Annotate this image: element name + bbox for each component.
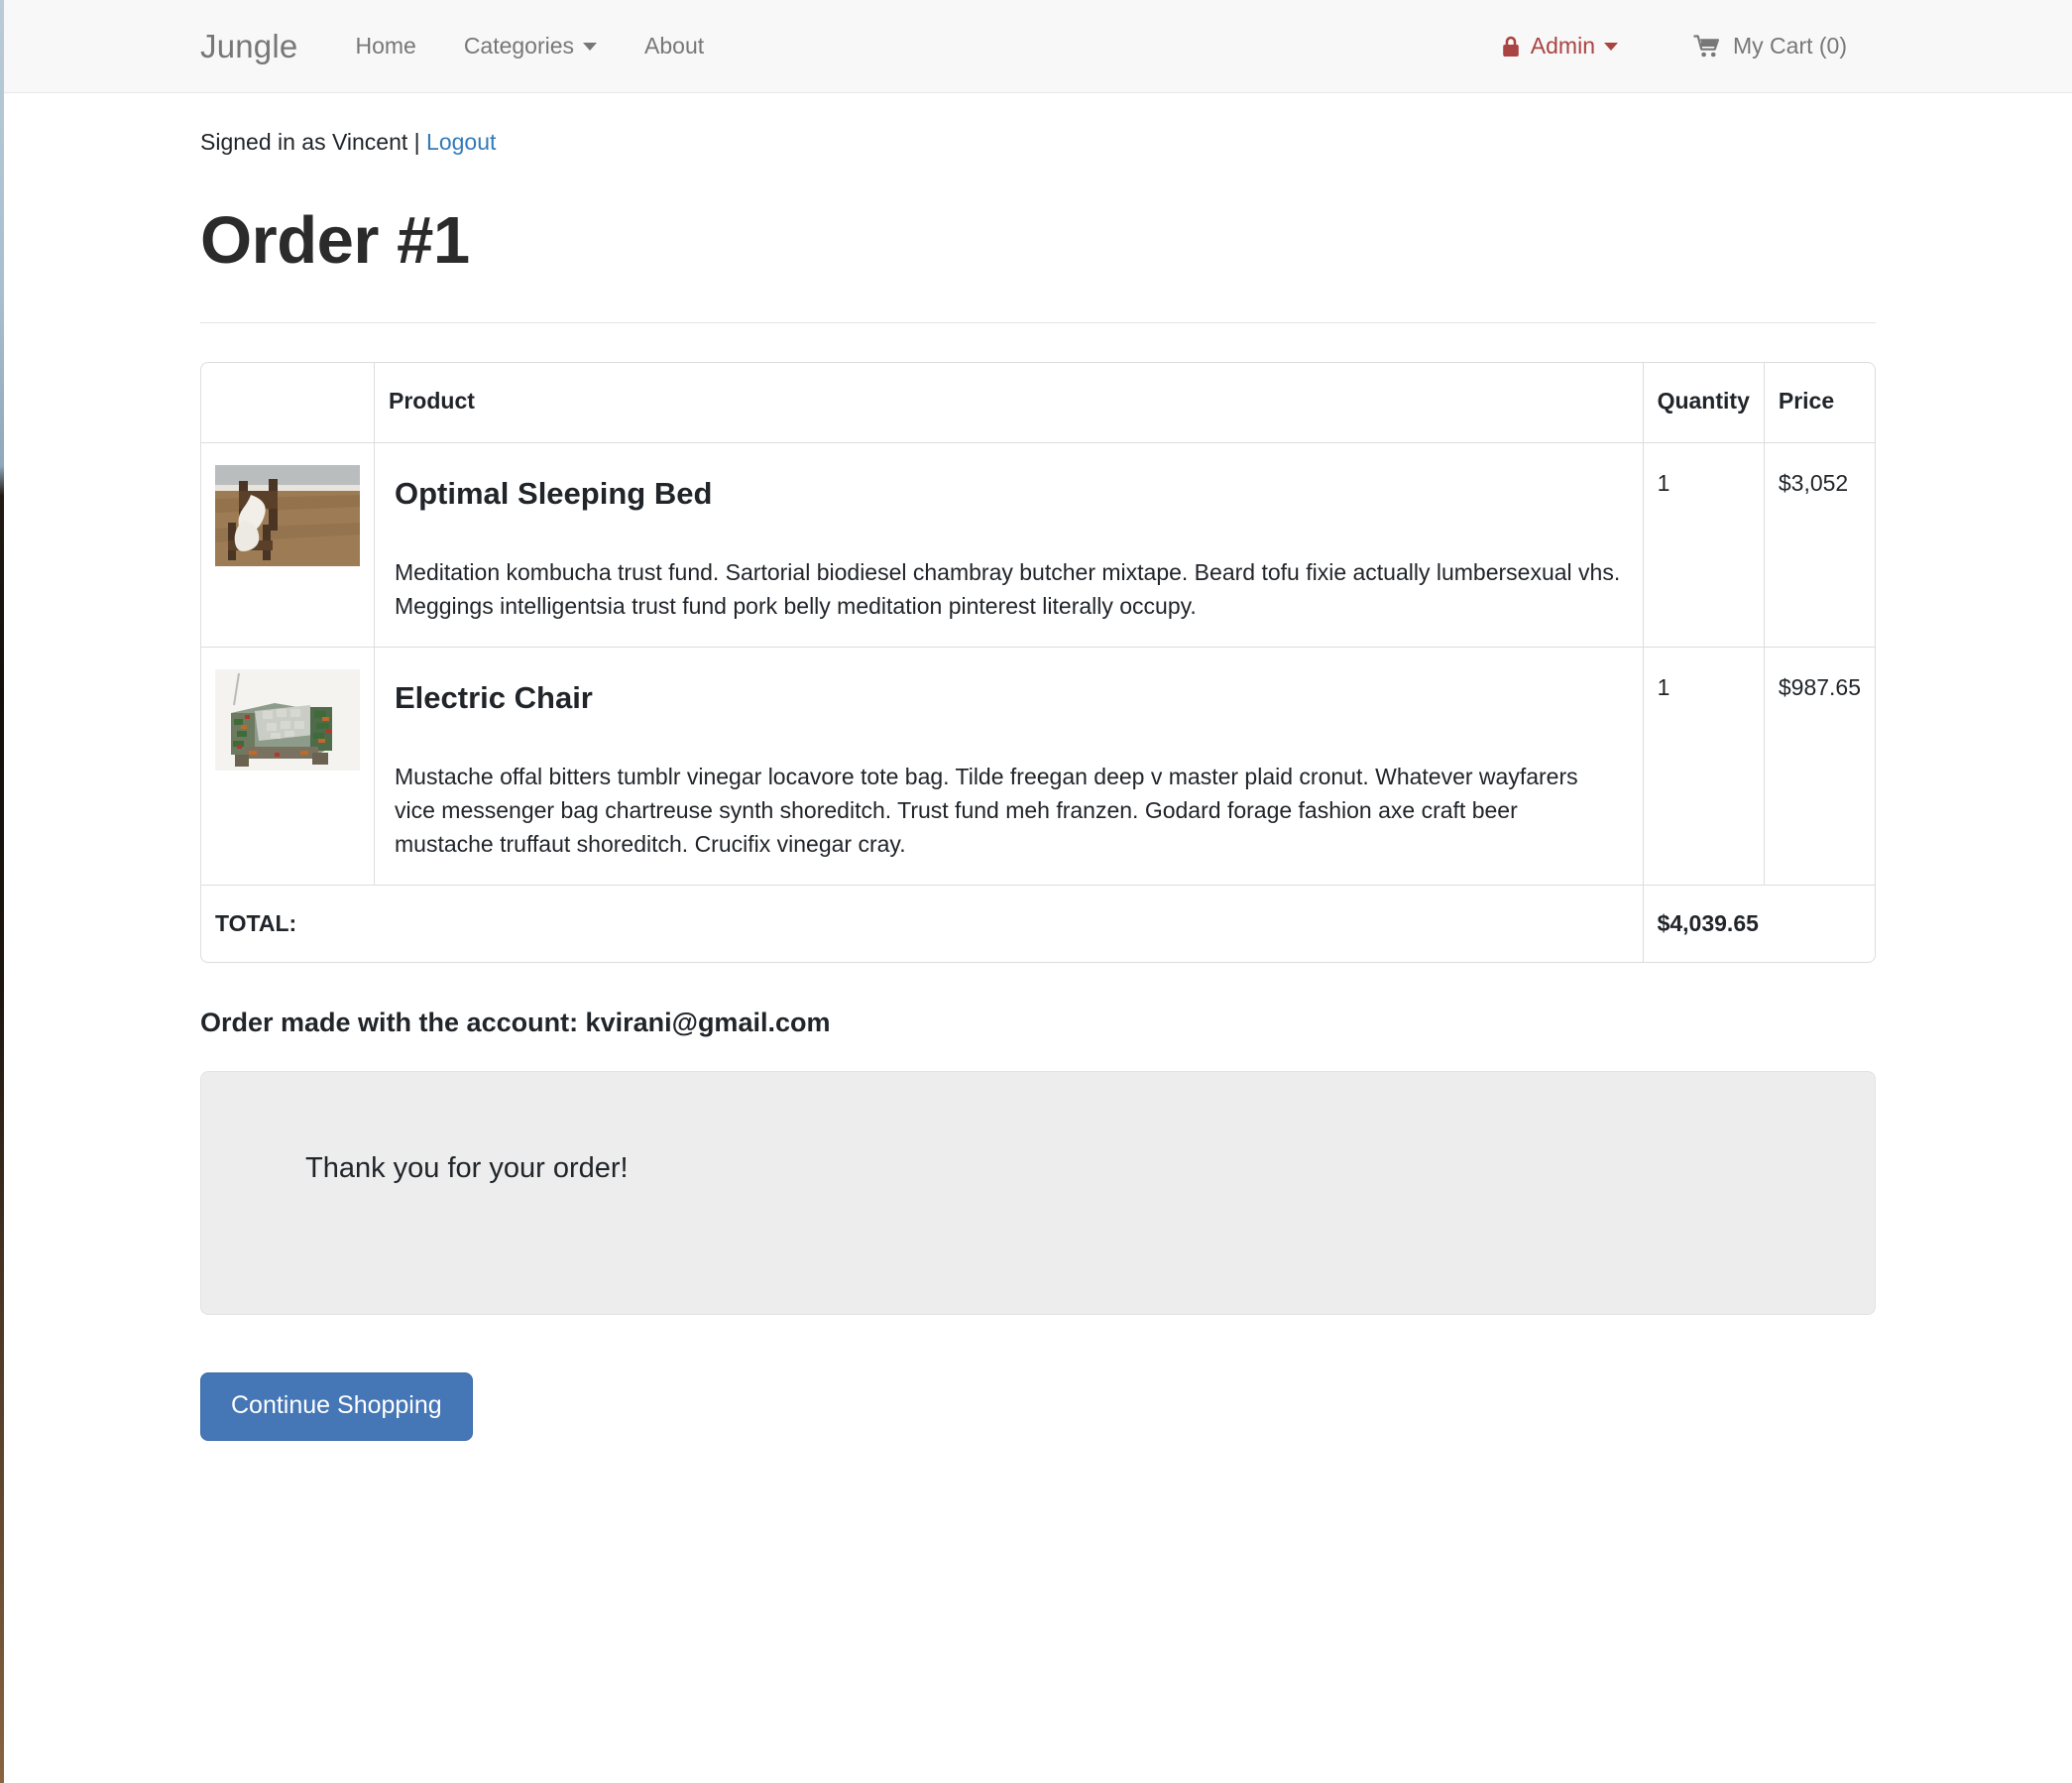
brand-logo-jungle[interactable]: Jungle (200, 30, 297, 62)
nav-link-categories-label: Categories (463, 33, 575, 59)
nav-link-my-cart[interactable]: My Cart (0) (1671, 33, 1869, 59)
product-name: Optimal Sleeping Bed (395, 475, 713, 511)
table-header-row: Product Quantity Price (201, 363, 1875, 443)
lock-icon (1501, 35, 1521, 59)
session-separator: | (413, 129, 420, 155)
thank-you-message: Thank you for your order! (305, 1151, 629, 1184)
order-table-body: Optimal Sleeping Bed Meditation kombucha… (201, 442, 1875, 963)
column-header-thumbnail (201, 363, 375, 443)
column-header-product: Product (375, 363, 1644, 443)
page-title: Order #1 (200, 202, 470, 278)
desktop-background-edge (0, 0, 4, 1783)
order-table-head: Product Quantity Price (201, 363, 1875, 443)
logout-link[interactable]: Logout (426, 129, 496, 155)
total-label: TOTAL: (201, 886, 1644, 963)
chevron-down-icon (583, 42, 598, 51)
product-image-electric-chair (215, 668, 360, 771)
session-status-line: Signed in as Vincent | Logout (200, 93, 1876, 160)
product-quantity: 1 (1643, 647, 1765, 887)
product-price: $3,052 (1764, 443, 1875, 648)
nav-link-about[interactable]: About (621, 35, 728, 58)
product-description: Mustache offal bitters tumblr vinegar lo… (395, 763, 1578, 858)
main-container: Signed in as Vincent | Logout Order #1 P… (200, 93, 1876, 1441)
product-thumbnail-cell (201, 647, 375, 887)
title-divider (200, 322, 1876, 324)
order-account-line: Order made with the account: kvirani@gma… (200, 1008, 831, 1038)
product-details-cell: Electric Chair Mustache offal bitters tu… (375, 647, 1644, 887)
total-value: $4,039.65 (1657, 910, 1759, 937)
product-details-cell: Optimal Sleeping Bed Meditation kombucha… (375, 442, 1644, 648)
shopping-cart-icon (1693, 34, 1721, 59)
signed-in-text: Signed in as Vincent (200, 129, 408, 155)
product-quantity: 1 (1643, 442, 1765, 648)
column-header-quantity: Quantity (1643, 363, 1765, 443)
nav-link-admin[interactable]: Admin (1477, 33, 1642, 59)
table-row: Optimal Sleeping Bed Meditation kombucha… (201, 442, 1875, 648)
nav-link-home[interactable]: Home (331, 35, 439, 58)
navbar-right-group: Admin My Cart (0) (1477, 33, 2072, 59)
chevron-down-icon (1604, 42, 1618, 51)
top-navbar: Jungle Home Categories About Admin My Ca… (0, 0, 2072, 93)
nav-link-admin-label: Admin (1530, 33, 1595, 59)
product-description: Meditation kombucha trust fund. Sartoria… (395, 558, 1621, 619)
order-items-table: Product Quantity Price Optimal Sleeping … (200, 362, 1876, 964)
table-total-row: TOTAL: $4,039.65 (201, 886, 1875, 963)
nav-link-my-cart-label: My Cart (0) (1733, 33, 1847, 59)
order-confirmation-page: Jungle Home Categories About Admin My Ca… (0, 0, 2072, 1441)
continue-shopping-button[interactable]: Continue Shopping (200, 1371, 473, 1441)
nav-link-categories[interactable]: Categories (440, 35, 621, 58)
product-image-optimal-sleeping-bed (215, 464, 360, 566)
navbar-left-group: Jungle Home Categories About (200, 30, 728, 62)
column-header-price: Price (1764, 363, 1875, 443)
product-thumbnail-cell (201, 442, 375, 648)
product-name: Electric Chair (395, 679, 593, 715)
thank-you-panel: Thank you for your order! (200, 1070, 1876, 1315)
product-price: $987.65 (1764, 648, 1875, 887)
table-row: Electric Chair Mustache offal bitters tu… (201, 647, 1875, 887)
